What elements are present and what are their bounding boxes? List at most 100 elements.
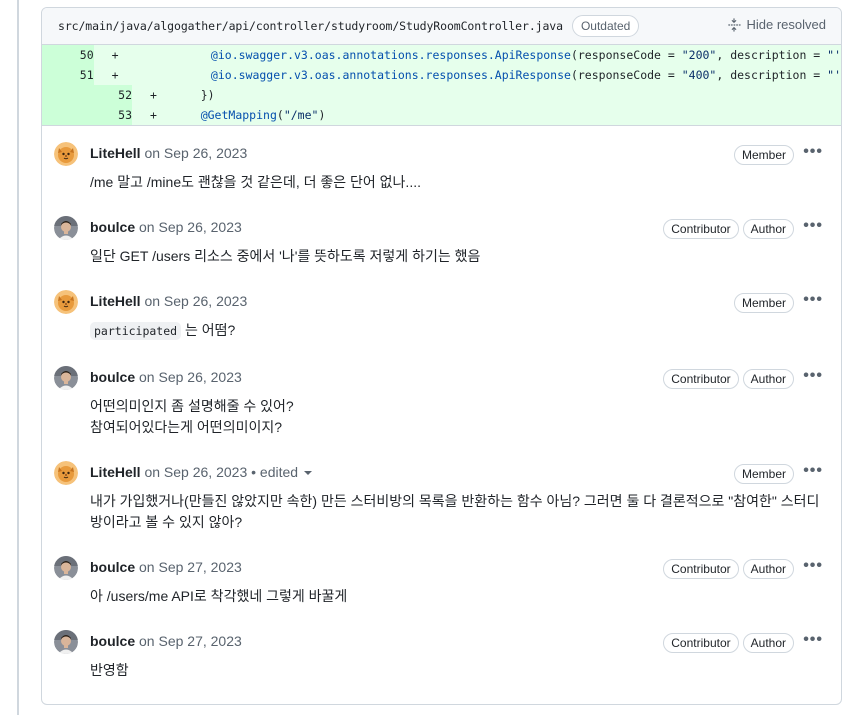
avatar[interactable] — [54, 556, 78, 580]
comment-list: LiteHell on Sep 26, 2023 Member ••• /me 말고 … — [42, 125, 841, 704]
code-text: @GetMapping("/me") — [166, 108, 326, 122]
comment-meta: boulce on Sep 27, 2023 — [90, 559, 242, 575]
code-annotation: @io.swagger.v3.oas.annotations.responses… — [210, 48, 571, 62]
hide-resolved-button[interactable]: Hide resolved — [727, 17, 826, 32]
comment-badges: Member — [733, 145, 794, 165]
comment-body: 아 /users/me API로 착각했네 그렇게 바꿀게 — [90, 586, 830, 607]
kebab-horizontal-icon[interactable]: ••• — [803, 462, 823, 480]
comment-body: /me 말고 /mine도 괜찮을 것 같은데, 더 좋은 단어 없나.... — [90, 172, 830, 193]
diff-added-marker: + — [150, 88, 157, 102]
line-number[interactable]: 51 — [42, 65, 94, 85]
comment-date[interactable]: on Sep 26, 2023 — [144, 293, 247, 309]
avatar[interactable] — [54, 461, 78, 485]
code-string: "200" — [681, 48, 717, 62]
comment-line: 반영함 — [90, 660, 830, 681]
code-plain: , description = — [716, 48, 828, 62]
comment-date[interactable]: on Sep 27, 2023 — [139, 559, 242, 575]
comment-meta: boulce on Sep 26, 2023 — [90, 219, 242, 235]
contributor-badge: Contributor — [663, 559, 739, 579]
comment-meta: boulce on Sep 27, 2023 — [90, 633, 242, 649]
comment-date[interactable]: on Sep 26, 2023 — [144, 464, 247, 480]
comment-line: participated 는 어떰? — [90, 320, 830, 342]
comment-line: 방이라고 볼 수 있지 않아? — [90, 512, 830, 533]
comment-badges: Contributor Author — [663, 369, 794, 389]
comment-text: 참여되어있다는게 어떤의미이지? — [90, 419, 282, 435]
comment-line: 어떤의미인지 좀 설명해줄 수 있어? — [90, 396, 830, 417]
kebab-horizontal-icon[interactable]: ••• — [803, 143, 823, 161]
code-plain: (responseCode = — [570, 68, 682, 82]
comment-author[interactable]: LiteHell — [90, 464, 141, 480]
author-badge: Author — [742, 219, 794, 239]
avatar[interactable] — [54, 142, 78, 166]
author-badge: Author — [742, 559, 794, 579]
avatar-image — [54, 461, 78, 485]
avatar[interactable] — [54, 630, 78, 654]
comment-meta: boulce on Sep 26, 2023 — [90, 369, 242, 385]
kebab-horizontal-icon[interactable]: ••• — [803, 291, 823, 309]
diff-line: 51 + @io.swagger.v3.oas.annotations.respo… — [42, 65, 841, 85]
line-number[interactable]: 53 — [42, 105, 132, 125]
line-number[interactable]: 50 — [42, 45, 94, 65]
comment-date[interactable]: on Sep 26, 2023 — [144, 145, 247, 161]
comment-text: 일단 GET /users 리소스 중에서 '나'를 뜻하도록 저렇게 하기는 … — [90, 248, 481, 264]
comment-author[interactable]: LiteHell — [90, 293, 141, 309]
avatar[interactable] — [54, 216, 78, 240]
diff-line: 50 + @io.swagger.v3.oas.annotations.respo… — [42, 45, 841, 65]
comment-meta: LiteHell on Sep 26, 2023 — [90, 145, 247, 161]
comment-author[interactable]: boulce — [90, 369, 135, 385]
comment-text: 방이라고 볼 수 있지 않아? — [90, 514, 243, 530]
comment-text: /me 말고 /mine도 괜찮을 것 같은데, 더 좋은 단어 없나.... — [90, 174, 421, 190]
kebab-horizontal-icon[interactable]: ••• — [803, 557, 823, 575]
avatar[interactable] — [54, 366, 78, 390]
diff-line: 52 + }) — [42, 85, 841, 105]
avatar-image — [54, 630, 78, 654]
code-plain: , description = — [716, 68, 828, 82]
code-string: "400" — [681, 68, 717, 82]
comment-meta: LiteHell on Sep 26, 2023 • edited — [90, 464, 313, 480]
kebab-horizontal-icon[interactable]: ••• — [803, 367, 823, 385]
code-string: "' — [827, 68, 841, 82]
comment-author[interactable]: boulce — [90, 219, 135, 235]
line-number[interactable]: 52 — [42, 85, 132, 105]
kebab-horizontal-icon[interactable]: ••• — [803, 631, 823, 649]
inline-code: participated — [90, 322, 182, 340]
avatar-image — [54, 142, 78, 166]
diff-added-marker: + — [111, 48, 119, 62]
comment-text: 어떤의미인지 좀 설명해줄 수 있어? — [90, 398, 294, 414]
diff-hunk: 50 + @io.swagger.v3.oas.annotations.respo… — [42, 45, 841, 125]
comment-line: 내가 가입했거나(만들진 않았지만 속한) 만든 스터비방의 목록을 반환하는 … — [90, 491, 830, 512]
kebab-horizontal-icon[interactable]: ••• — [803, 217, 823, 235]
code-plain: ( — [276, 108, 284, 122]
diff-added-marker: + — [111, 68, 119, 82]
avatar-image — [54, 216, 78, 240]
file-header: src/main/java/algogather/api/controller/… — [42, 8, 841, 45]
comment-author[interactable]: LiteHell — [90, 145, 141, 161]
comment-text: 반영함 — [90, 662, 129, 678]
comment-body: 반영함 — [90, 660, 830, 681]
diff-added-marker: + — [150, 108, 157, 122]
comment-author[interactable]: boulce — [90, 559, 135, 575]
code-plain: }) — [200, 88, 215, 102]
comment-body: participated 는 어떰? — [90, 320, 830, 342]
member-badge: Member — [733, 293, 794, 313]
comment-line: 일단 GET /users 리소스 중에서 '나'를 뜻하도록 저렇게 하기는 … — [90, 246, 830, 267]
avatar[interactable] — [54, 290, 78, 314]
comment-badges: Contributor Author — [663, 559, 794, 579]
comment-line: /me 말고 /mine도 괜찮을 것 같은데, 더 좋은 단어 없나.... — [90, 172, 830, 193]
comment-date[interactable]: on Sep 26, 2023 — [139, 219, 242, 235]
contributor-badge: Contributor — [663, 369, 739, 389]
avatar-image — [54, 366, 78, 390]
review-thread: src/main/java/algogather/api/controller/… — [41, 7, 842, 705]
comment-date[interactable]: on Sep 26, 2023 — [139, 369, 242, 385]
file-path-link[interactable]: src/main/java/algogather/api/controller/… — [58, 19, 563, 33]
contributor-badge: Contributor — [663, 219, 739, 239]
member-badge: Member — [733, 145, 794, 165]
code-text: @io.swagger.v3.oas.annotations.responses… — [121, 48, 841, 62]
comment-date[interactable]: on Sep 27, 2023 — [139, 633, 242, 649]
edited-dropdown[interactable]: • edited — [251, 464, 313, 480]
comment-author[interactable]: boulce — [90, 633, 135, 649]
code-string: "/me" — [283, 108, 319, 122]
avatar-image — [54, 556, 78, 580]
